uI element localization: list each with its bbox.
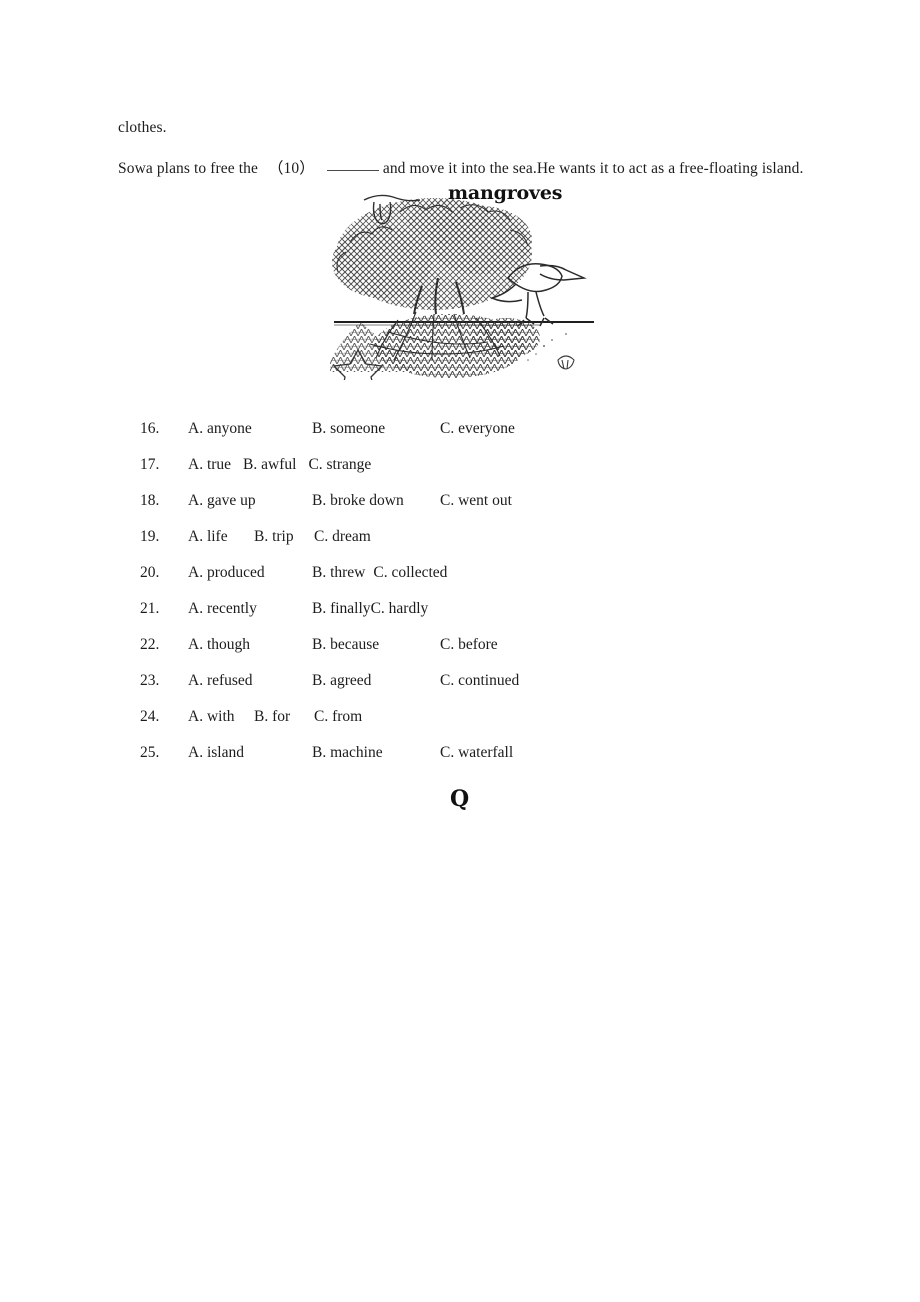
option-row-23: 23. A. refused B. agreed C. continued bbox=[140, 672, 760, 708]
question-number: 20. bbox=[140, 564, 160, 581]
question-number: 16. bbox=[140, 420, 160, 437]
option-b[interactable]: B. for bbox=[254, 708, 314, 726]
option-a[interactable]: A. recently bbox=[188, 600, 312, 618]
option-c[interactable]: C. went out bbox=[440, 492, 512, 510]
bottom-mark-q: Q bbox=[450, 786, 470, 812]
option-b[interactable]: B. finally bbox=[312, 600, 371, 618]
option-c[interactable]: C. strange bbox=[308, 456, 371, 474]
figure-caption-mangroves: mangroves bbox=[448, 182, 563, 204]
option-b[interactable]: B. machine bbox=[312, 744, 440, 762]
passage-line-clothes: clothes. bbox=[118, 119, 167, 136]
option-b[interactable]: B. broke down bbox=[312, 492, 440, 510]
blank-number-10: （10） bbox=[267, 159, 315, 177]
option-a[interactable]: A. life bbox=[188, 528, 254, 546]
option-a[interactable]: A. anyone bbox=[188, 420, 312, 438]
option-a[interactable]: A. though bbox=[188, 636, 312, 654]
option-b[interactable]: B. because bbox=[312, 636, 440, 654]
question-number: 21. bbox=[140, 600, 160, 617]
passage-line-sowa: Sowa plans to free the （10） and move it in… bbox=[118, 159, 818, 180]
option-c[interactable]: C. dream bbox=[314, 528, 371, 546]
option-row-21: 21. A. recently B. finally C. hardly bbox=[140, 600, 760, 636]
passage-sentence-start: Sowa plans to free the bbox=[118, 159, 258, 177]
option-row-17: 17. A. true B. awful C. strange bbox=[140, 456, 760, 492]
option-a[interactable]: A. refused bbox=[188, 672, 312, 690]
question-number: 24. bbox=[140, 708, 160, 725]
option-b[interactable]: B. awful bbox=[243, 456, 296, 474]
option-b[interactable]: B. trip bbox=[254, 528, 314, 546]
question-number: 18. bbox=[140, 492, 160, 509]
option-row-25: 25. A. island B. machine C. waterfall bbox=[140, 744, 760, 780]
question-number: 22. bbox=[140, 636, 160, 653]
option-c[interactable]: C. everyone bbox=[440, 420, 515, 438]
passage-text: clothes. Sowa plans to free the （10） and m… bbox=[118, 118, 818, 180]
option-b[interactable]: B. someone bbox=[312, 420, 440, 438]
option-row-24: 24. A. with B. for C. from bbox=[140, 708, 760, 744]
option-a[interactable]: A. gave up bbox=[188, 492, 312, 510]
mangroves-illustration bbox=[330, 182, 598, 380]
option-c[interactable]: C. waterfall bbox=[440, 744, 513, 762]
question-number: 17. bbox=[140, 456, 160, 473]
option-a[interactable]: A. produced bbox=[188, 564, 312, 582]
option-c[interactable]: C. from bbox=[314, 708, 362, 726]
option-a[interactable]: A. island bbox=[188, 744, 312, 762]
question-number: 23. bbox=[140, 672, 160, 689]
option-row-20: 20. A. produced B. threw C. collected bbox=[140, 564, 760, 600]
question-number: 25. bbox=[140, 744, 160, 761]
document-page: clothes. Sowa plans to free the （10） and m… bbox=[0, 0, 920, 1302]
option-c[interactable]: C. before bbox=[440, 636, 498, 654]
answer-blank-10[interactable] bbox=[326, 159, 379, 171]
passage-sentence-end: and move it into the sea.He wants it to … bbox=[382, 159, 804, 177]
question-number: 19. bbox=[140, 528, 160, 545]
option-a[interactable]: A. with bbox=[188, 708, 254, 726]
option-row-22: 22. A. though B. because C. before bbox=[140, 636, 760, 672]
option-row-16: 16. A. anyone B. someone C. everyone bbox=[140, 420, 760, 456]
option-row-19: 19. A. life B. trip C. dream bbox=[140, 528, 760, 564]
option-c[interactable]: C. continued bbox=[440, 672, 519, 690]
option-c[interactable]: C. hardly bbox=[371, 600, 429, 618]
shell bbox=[557, 355, 575, 370]
option-b[interactable]: B. agreed bbox=[312, 672, 440, 690]
option-row-18: 18. A. gave up B. broke down C. went out bbox=[140, 492, 760, 528]
option-b[interactable]: B. threw bbox=[312, 564, 365, 582]
multiple-choice-options: 16. A. anyone B. someone C. everyone 17.… bbox=[140, 420, 760, 780]
option-a[interactable]: A. true bbox=[188, 456, 231, 474]
option-c[interactable]: C. collected bbox=[373, 564, 447, 582]
